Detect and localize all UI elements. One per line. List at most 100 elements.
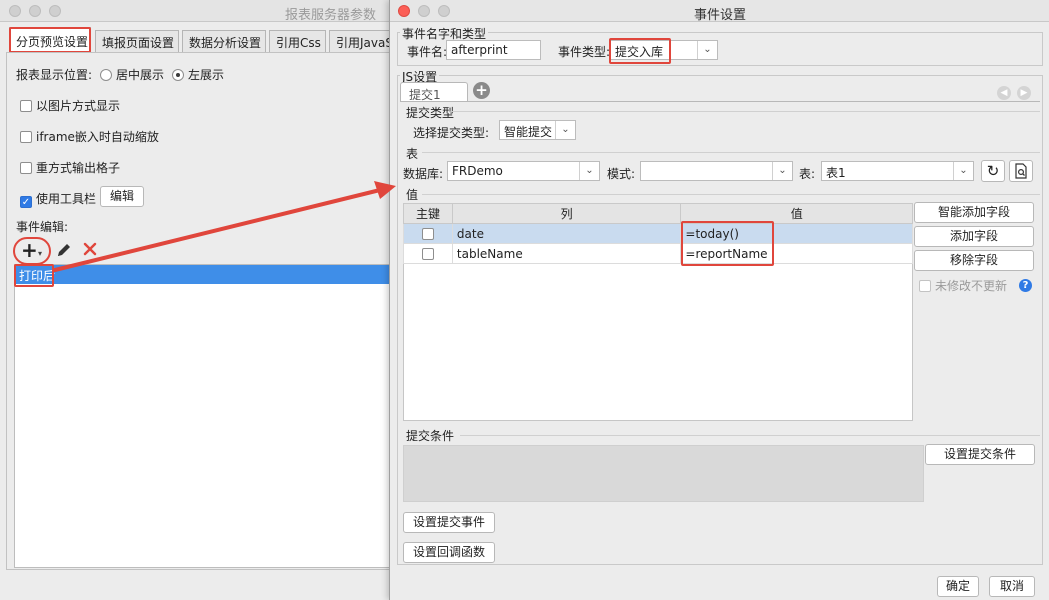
radio-center-option[interactable]: 居中展示 [100, 66, 164, 83]
chevron-down-icon[interactable]: ⌄ [579, 162, 599, 180]
set-submit-condition-button[interactable]: 设置提交条件 [925, 444, 1035, 465]
image-display-label: 以图片方式显示 [36, 99, 121, 113]
schema-label: 模式: [607, 167, 636, 181]
display-position-label: 报表显示位置: [16, 68, 93, 82]
checkbox-use-toolbar[interactable]: ✓ [20, 196, 32, 208]
chevron-down-icon[interactable]: ⌄ [953, 162, 973, 180]
event-list-item[interactable]: 打印后 [15, 265, 392, 284]
add-field-button[interactable]: 添加字段 [914, 226, 1034, 247]
toolbar-edit-button[interactable]: 编辑 [100, 186, 144, 207]
ok-button[interactable]: 确定 [937, 576, 979, 597]
tab-divider [400, 101, 1040, 102]
option-use-toolbar[interactable]: ✓ 使用工具栏 [20, 190, 96, 208]
remove-field-button[interactable]: 移除字段 [914, 250, 1034, 271]
table-section-title: 表 [406, 147, 419, 161]
dialog-title: 事件设置 [693, 8, 746, 23]
schema-select[interactable]: ⌄ [640, 161, 793, 181]
primary-key-cell[interactable] [403, 243, 453, 264]
tab-ref-css[interactable]: 引用Css [269, 30, 326, 52]
square-cells-label: 重方式输出格子 [36, 161, 121, 175]
column-cell[interactable]: date [451, 223, 682, 244]
submit-type-select[interactable]: 智能提交 ⌄ [499, 120, 576, 140]
zoom-dot-icon[interactable] [49, 5, 61, 17]
dialog-titlebar: 事件设置 [390, 0, 1049, 23]
value-grid: 主键 列 值 date =today() tableName =reportNa… [403, 203, 913, 264]
value-section-title: 值 [406, 188, 419, 202]
checkbox-image-display[interactable] [20, 100, 32, 112]
use-toolbar-label: 使用工具栏 [36, 192, 97, 206]
table-section-rule [422, 152, 1040, 153]
database-value: FRDemo [452, 164, 503, 178]
database-select[interactable]: FRDemo ⌄ [447, 161, 600, 181]
choose-submit-type-label: 选择提交类型: [413, 126, 490, 140]
tab-fill-page[interactable]: 填报页面设置 [95, 30, 179, 52]
minimize-dot-icon[interactable] [29, 5, 41, 17]
option-square-cells[interactable]: 重方式输出格子 [20, 159, 120, 176]
highlight-values [681, 221, 774, 266]
value-section-rule [422, 194, 1040, 195]
table-value: 表1 [826, 166, 846, 180]
preview-table-icon[interactable] [1009, 160, 1033, 182]
tab-data-analysis[interactable]: 数据分析设置 [182, 30, 266, 52]
chevron-down-icon[interactable]: ▾ [38, 249, 42, 258]
highlight-tab [9, 27, 91, 53]
primary-key-checkbox[interactable] [421, 247, 434, 260]
tab-ref-js[interactable]: 引用JavaS [329, 30, 392, 52]
option-image-display[interactable]: 以图片方式显示 [20, 97, 120, 114]
add-tab-icon[interactable]: + [473, 82, 490, 99]
primary-key-checkbox[interactable] [421, 227, 434, 240]
event-name-input[interactable]: afterprint [446, 40, 541, 60]
grid-header-row: 主键 列 值 [403, 203, 913, 224]
database-label: 数据库: [403, 167, 444, 181]
set-submit-event-button[interactable]: 设置提交事件 [403, 512, 495, 533]
header-primary-key: 主键 [403, 203, 453, 224]
refresh-icon[interactable]: ↻ [981, 160, 1005, 182]
radio-center[interactable] [100, 69, 112, 81]
chevron-down-icon[interactable]: ⌄ [772, 162, 792, 180]
close-dot-icon[interactable] [9, 5, 21, 17]
no-update-checkbox[interactable] [919, 280, 931, 292]
cancel-button[interactable]: 取消 [989, 576, 1035, 597]
option-iframe-autoscale[interactable]: iframe嵌入时自动缩放 [20, 128, 159, 145]
scroll-right-icon[interactable]: ▶ [1017, 86, 1031, 100]
checkbox-iframe-autoscale[interactable] [20, 131, 32, 143]
no-update-option[interactable]: 未修改不更新 [919, 277, 1007, 294]
back-window-title: 报表服务器参数 [285, 8, 377, 23]
server-params-window: 报表服务器参数 分页预览设置 填报页面设置 数据分析设置 引用Css 引用Jav… [0, 0, 392, 600]
checkbox-square-cells[interactable] [20, 162, 32, 174]
back-titlebar: 报表服务器参数 [0, 0, 392, 23]
table-select[interactable]: 表1 ⌄ [821, 161, 974, 181]
add-event-icon[interactable]: + [21, 239, 38, 261]
no-update-label: 未修改不更新 [935, 279, 1008, 293]
radio-left-option[interactable]: 左展示 [172, 66, 224, 83]
smart-add-field-button[interactable]: 智能添加字段 [914, 202, 1034, 223]
chevron-down-icon[interactable]: ⌄ [697, 41, 717, 59]
table-row[interactable]: tableName =reportName [403, 243, 913, 264]
delete-event-icon[interactable] [82, 241, 98, 260]
highlight-event-type [609, 38, 671, 64]
scroll-left-icon[interactable]: ◀ [997, 86, 1011, 100]
submit-type-rule [452, 111, 1040, 112]
event-type-label: 事件类型: [558, 45, 611, 59]
submit-condition-area [403, 445, 924, 502]
primary-key-cell[interactable] [403, 223, 453, 244]
submit-condition-rule [460, 435, 1040, 436]
submit-type-title: 提交类型 [406, 106, 455, 120]
table-label: 表: [799, 167, 816, 181]
submit-condition-title: 提交条件 [406, 429, 455, 443]
column-cell[interactable]: tableName [451, 243, 682, 264]
radio-left-label: 左展示 [188, 68, 225, 82]
event-settings-dialog: 事件设置 事件名字和类型 事件名: afterprint 事件类型: 提交入库 … [389, 0, 1049, 600]
event-edit-label: 事件编辑: [16, 220, 69, 234]
radio-left[interactable] [172, 69, 184, 81]
highlight-event-item [14, 264, 54, 287]
table-row[interactable]: date =today() [403, 223, 913, 244]
event-name-label: 事件名: [407, 45, 448, 59]
event-list: 打印后 [14, 264, 392, 568]
set-callback-button[interactable]: 设置回调函数 [403, 542, 495, 563]
radio-center-label: 居中展示 [116, 68, 165, 82]
tab-submit-1[interactable]: 提交1 [400, 82, 468, 102]
help-icon[interactable]: ? [1019, 277, 1032, 292]
edit-pencil-icon[interactable] [56, 242, 72, 261]
chevron-down-icon[interactable]: ⌄ [555, 121, 575, 139]
